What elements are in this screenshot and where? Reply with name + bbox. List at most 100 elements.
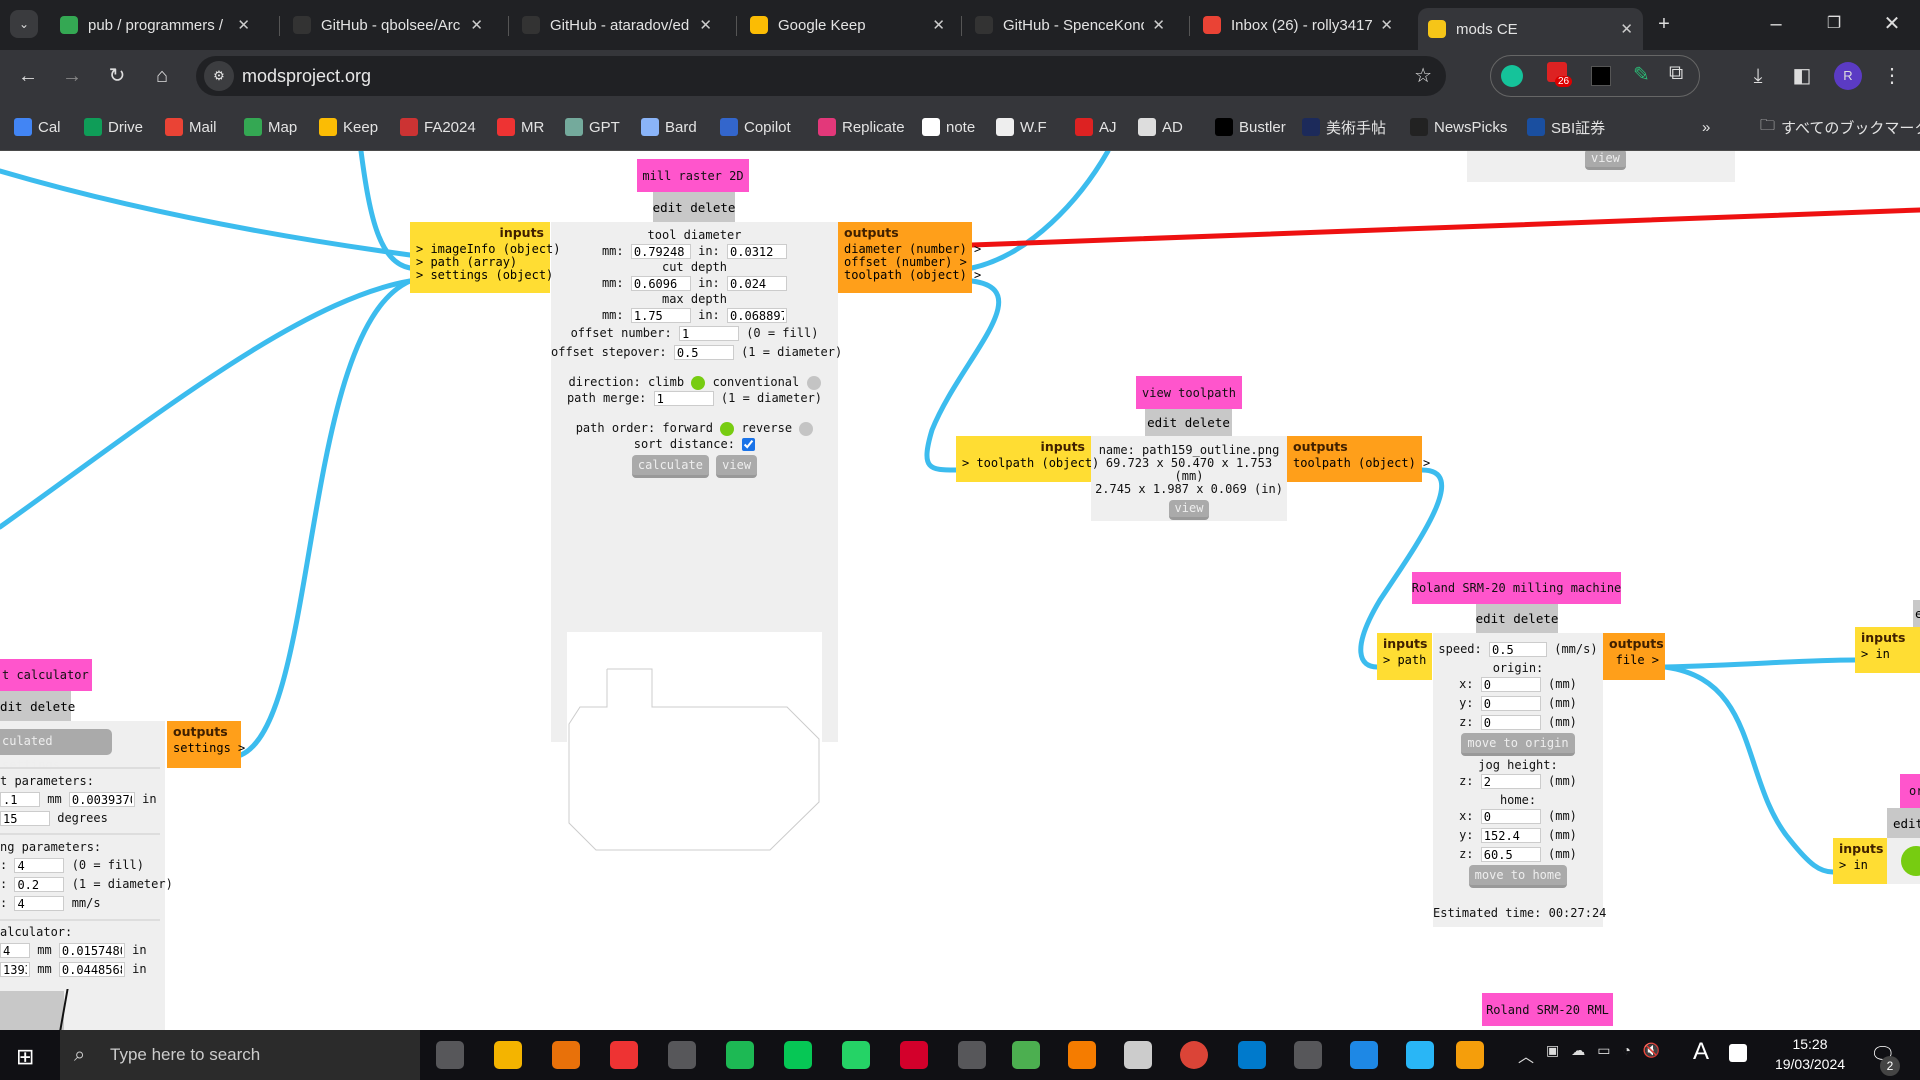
avatar[interactable]: R bbox=[1834, 62, 1862, 90]
highlighter-icon[interactable]: ✎ bbox=[1633, 62, 1650, 87]
edit-button[interactable]: edit bbox=[1147, 415, 1177, 430]
photos-icon[interactable] bbox=[552, 1041, 580, 1069]
wire[interactable] bbox=[0, 168, 413, 258]
move-to-home-button[interactable]: move to home bbox=[1468, 865, 1568, 888]
output-port-toolpath[interactable]: toolpath (object) > bbox=[1293, 457, 1430, 470]
bookmark-item[interactable]: Mail bbox=[165, 116, 217, 138]
bookmark-item[interactable]: AJ bbox=[1075, 116, 1117, 138]
forward-icon[interactable]: → bbox=[58, 62, 86, 90]
input-port-toolpath[interactable]: > toolpath (object) bbox=[962, 457, 1099, 470]
input-port-in[interactable]: > in bbox=[1861, 648, 1914, 661]
more-bookmarks-button[interactable]: » bbox=[1702, 116, 1710, 138]
conventional-radio[interactable] bbox=[806, 375, 821, 390]
wire[interactable] bbox=[1662, 657, 1858, 670]
close-tab-icon[interactable]: ✕ bbox=[237, 16, 250, 34]
home-z-input[interactable] bbox=[1480, 847, 1541, 862]
menu-icon[interactable]: ⋮ bbox=[1878, 62, 1906, 90]
system-tray-icons[interactable]: ▣☁▭◔🔇 bbox=[1546, 1042, 1672, 1059]
roland-rml-title[interactable]: Roland SRM-20 RML bbox=[1482, 993, 1613, 1026]
all-bookmarks-button[interactable]: 🗀 すべてのブックマーク bbox=[1760, 116, 1920, 138]
address-bar[interactable]: ⚙ modsproject.org ☆ bbox=[196, 56, 1446, 96]
bookmark-item[interactable]: Bustler bbox=[1215, 116, 1286, 138]
calculated-settings-button[interactable]: culated settings bbox=[0, 729, 112, 772]
file-explorer-icon[interactable] bbox=[494, 1041, 522, 1069]
tab[interactable]: Google Keep ✕ bbox=[740, 8, 955, 42]
origin-y-input[interactable] bbox=[1480, 696, 1541, 711]
view-button[interactable]: view bbox=[1168, 500, 1210, 520]
calculate-button[interactable]: calculate bbox=[631, 455, 709, 478]
chatgpt-extension-icon[interactable] bbox=[1591, 66, 1611, 86]
bookmark-item[interactable]: 美術手帖 bbox=[1302, 116, 1386, 138]
jog-z-input[interactable] bbox=[1480, 774, 1541, 789]
task-view-icon[interactable] bbox=[436, 1041, 464, 1069]
puzzle-icon[interactable]: ⧉ bbox=[1669, 62, 1683, 85]
cut-depth-input[interactable] bbox=[0, 792, 40, 807]
offset-number-input[interactable] bbox=[14, 858, 65, 873]
output-port-settings[interactable]: settings > bbox=[173, 742, 245, 755]
close-tab-icon[interactable]: ✕ bbox=[1152, 16, 1165, 34]
sort-distance-checkbox[interactable] bbox=[742, 438, 756, 451]
edit-button[interactable]: edit bbox=[653, 200, 683, 215]
view-toolpath-title[interactable]: view toolpath bbox=[1136, 376, 1242, 409]
speed-input[interactable] bbox=[1489, 642, 1547, 657]
angle-input[interactable] bbox=[0, 811, 50, 826]
cut-depth-in-input[interactable] bbox=[727, 276, 788, 291]
spotify-icon[interactable] bbox=[726, 1041, 754, 1069]
bookmark-item[interactable]: FA2024 bbox=[400, 116, 476, 138]
bookmark-item[interactable]: note bbox=[922, 116, 975, 138]
speed-input[interactable] bbox=[14, 896, 65, 911]
bookmark-item[interactable]: Map bbox=[244, 116, 297, 138]
bookmark-item[interactable]: W.F bbox=[996, 116, 1047, 138]
calculator-title[interactable]: t calculator bbox=[0, 659, 92, 691]
bookmark-item[interactable]: Keep bbox=[319, 116, 378, 138]
fusion-icon[interactable] bbox=[1068, 1041, 1096, 1069]
bookmark-item[interactable]: Bard bbox=[641, 116, 697, 138]
climb-radio[interactable] bbox=[691, 375, 706, 390]
path-merge-input[interactable] bbox=[653, 391, 714, 406]
tab[interactable]: Inbox (26) - rolly3417 ✕ bbox=[1193, 8, 1403, 42]
partial-view-button[interactable]: view bbox=[1585, 151, 1626, 170]
whatsapp-icon[interactable] bbox=[842, 1041, 870, 1069]
partial-edit-button[interactable]: edit bbox=[1887, 808, 1920, 838]
new-tab-button[interactable]: + bbox=[1650, 10, 1678, 38]
chrome-icon[interactable] bbox=[1180, 1041, 1208, 1069]
tab[interactable]: mods CE ✕ bbox=[1418, 8, 1643, 50]
bookmark-item[interactable]: NewsPicks bbox=[1410, 116, 1507, 138]
photo-editor-icon[interactable] bbox=[1350, 1041, 1378, 1069]
app-icon[interactable] bbox=[1294, 1041, 1322, 1069]
tab-search-button[interactable]: ⌄ bbox=[10, 10, 38, 38]
rhino-icon[interactable] bbox=[1124, 1041, 1152, 1069]
site-info-icon[interactable]: ⚙ bbox=[204, 61, 234, 91]
stepover-input[interactable] bbox=[14, 877, 65, 892]
bookmark-item[interactable]: MR bbox=[497, 116, 544, 138]
calc-in-1[interactable] bbox=[58, 943, 125, 958]
close-tab-icon[interactable]: ✕ bbox=[1620, 20, 1633, 38]
bookmark-star-icon[interactable]: ☆ bbox=[1414, 56, 1432, 96]
bookmark-item[interactable]: Cal bbox=[14, 116, 61, 138]
origin-x-input[interactable] bbox=[1480, 677, 1541, 692]
delete-button[interactable]: delete bbox=[1513, 611, 1558, 626]
reload-icon[interactable]: ↻ bbox=[103, 62, 131, 90]
bookmark-item[interactable]: Copilot bbox=[720, 116, 791, 138]
tool-diameter-mm-input[interactable] bbox=[630, 244, 691, 259]
cut-depth-mm-input[interactable] bbox=[630, 276, 691, 291]
input-port-settings[interactable]: > settings (object) bbox=[416, 269, 553, 282]
calc-in-2[interactable] bbox=[58, 962, 125, 977]
windows-start-icon[interactable]: ⊞ bbox=[16, 1044, 34, 1070]
delete-button[interactable]: delete bbox=[690, 200, 735, 215]
roland-title[interactable]: Roland SRM-20 milling machine bbox=[1412, 572, 1621, 604]
home-x-input[interactable] bbox=[1480, 809, 1541, 824]
wire[interactable] bbox=[1662, 664, 1836, 875]
minimize-button[interactable]: – bbox=[1762, 10, 1790, 38]
side-panel-icon[interactable]: ◧ bbox=[1788, 62, 1816, 90]
offset-number-input[interactable] bbox=[678, 326, 739, 341]
highlighted-wire[interactable] bbox=[969, 207, 1920, 248]
delete-button[interactable]: delete bbox=[1185, 415, 1230, 430]
vscode-icon[interactable] bbox=[1238, 1041, 1266, 1069]
calc-input-1[interactable] bbox=[0, 943, 30, 958]
cut-depth-in-input[interactable] bbox=[68, 792, 135, 807]
tab[interactable]: pub / programmers / ✕ bbox=[50, 8, 260, 42]
bookmark-item[interactable]: GPT bbox=[565, 116, 620, 138]
inkscape-icon[interactable] bbox=[958, 1041, 986, 1069]
clock[interactable]: 15:28 19/03/2024 bbox=[1765, 1034, 1855, 1074]
